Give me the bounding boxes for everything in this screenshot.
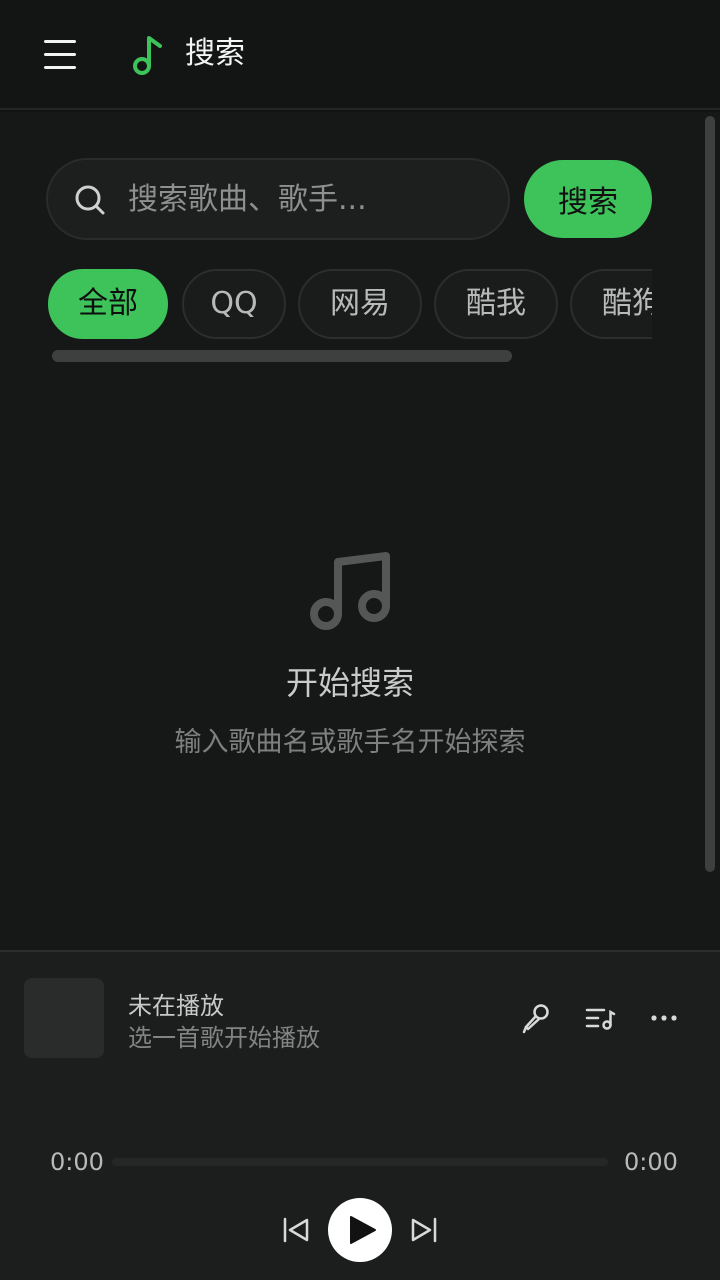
tab-netease[interactable]: 网易 (298, 269, 422, 339)
play-button[interactable] (328, 1198, 392, 1262)
search-button[interactable]: 搜索 (524, 160, 652, 238)
tab-qq[interactable]: QQ (182, 269, 286, 339)
tabs-scrollbar[interactable] (52, 350, 512, 362)
hamburger-menu-icon[interactable] (44, 40, 76, 70)
play-icon (350, 1216, 376, 1244)
empty-state-title: 开始搜索 (285, 664, 414, 702)
progress-slider[interactable] (112, 1158, 608, 1166)
more-icon[interactable] (648, 1002, 680, 1034)
source-tabs: 全部 QQ 网易 酷我 酷狗 (48, 268, 652, 342)
playlist-icon[interactable] (584, 1002, 616, 1034)
previous-icon[interactable] (280, 1214, 312, 1246)
tab-kuwo[interactable]: 酷我 (434, 269, 558, 339)
app-header: 搜索 (0, 0, 720, 110)
tab-all[interactable]: 全部 (48, 269, 168, 339)
album-cover[interactable] (24, 978, 104, 1058)
now-playing-title: 未在播放 (128, 992, 224, 1020)
tab-kugou[interactable]: 酷狗 (570, 269, 652, 339)
empty-state-description: 输入歌曲名或歌手名开始探索 (174, 727, 526, 758)
search-input[interactable] (128, 176, 468, 222)
total-time: 0:00 (624, 1148, 678, 1176)
music-note-icon (133, 36, 162, 75)
current-time: 0:00 (50, 1148, 104, 1176)
app: 搜索 搜索 全部 QQ 网易 酷我 酷狗 开始搜索 输入歌曲名或歌手名开始探索 … (0, 0, 720, 1280)
search-box (46, 158, 510, 240)
music-notes-icon (310, 552, 390, 630)
vertical-scrollbar[interactable] (705, 116, 715, 872)
next-icon[interactable] (408, 1214, 440, 1246)
page-title: 搜索 (185, 36, 245, 71)
microphone-icon[interactable] (520, 1002, 552, 1034)
search-icon (75, 185, 105, 215)
player-bar: 未在播放 选一首歌开始播放 0:00 0:00 (0, 950, 720, 1280)
now-playing-subtitle: 选一首歌开始播放 (128, 1024, 320, 1052)
